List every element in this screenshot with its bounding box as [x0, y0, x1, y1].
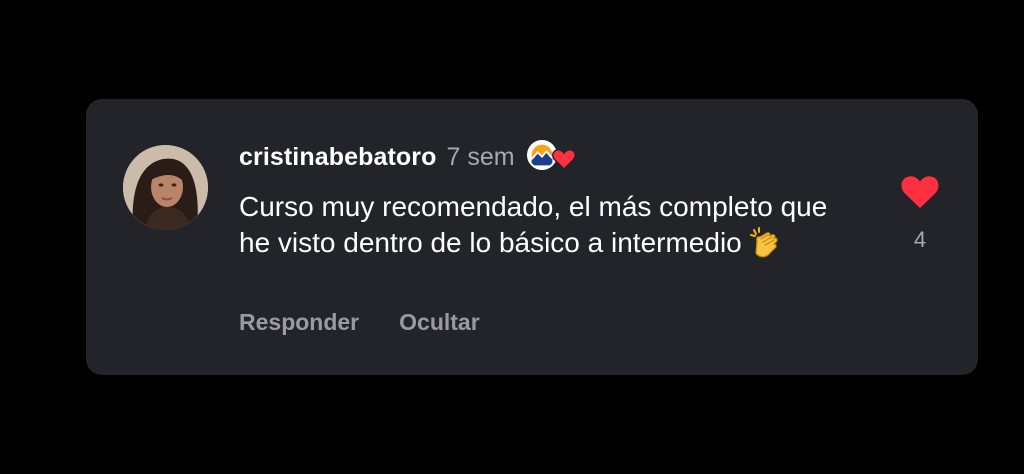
creator-liked-badge: [526, 139, 579, 175]
heart-icon: [551, 149, 576, 170]
comment-actions: Responder Ocultar: [239, 309, 480, 336]
like-heart-icon[interactable]: [901, 175, 939, 209]
hide-button[interactable]: Ocultar: [399, 309, 480, 336]
comment-body: Curso muy recomendado, el más completo q…: [239, 189, 839, 261]
clapping-hands-icon: [749, 227, 778, 258]
avatar[interactable]: [123, 145, 208, 230]
avatar-photo: [123, 145, 208, 230]
comment-header: cristinabebatoro 7 sem: [239, 139, 579, 175]
like-section: 4: [900, 175, 940, 253]
like-count: 4: [913, 227, 927, 252]
reply-button[interactable]: Responder: [239, 309, 359, 336]
comment-timestamp: 7 sem: [446, 142, 515, 171]
comment-card: cristinabebatoro 7 sem Curso muy recomen…: [86, 99, 978, 375]
username[interactable]: cristinabebatoro: [239, 143, 436, 172]
comment-text: Curso muy recomendado, el más completo q…: [239, 191, 828, 258]
